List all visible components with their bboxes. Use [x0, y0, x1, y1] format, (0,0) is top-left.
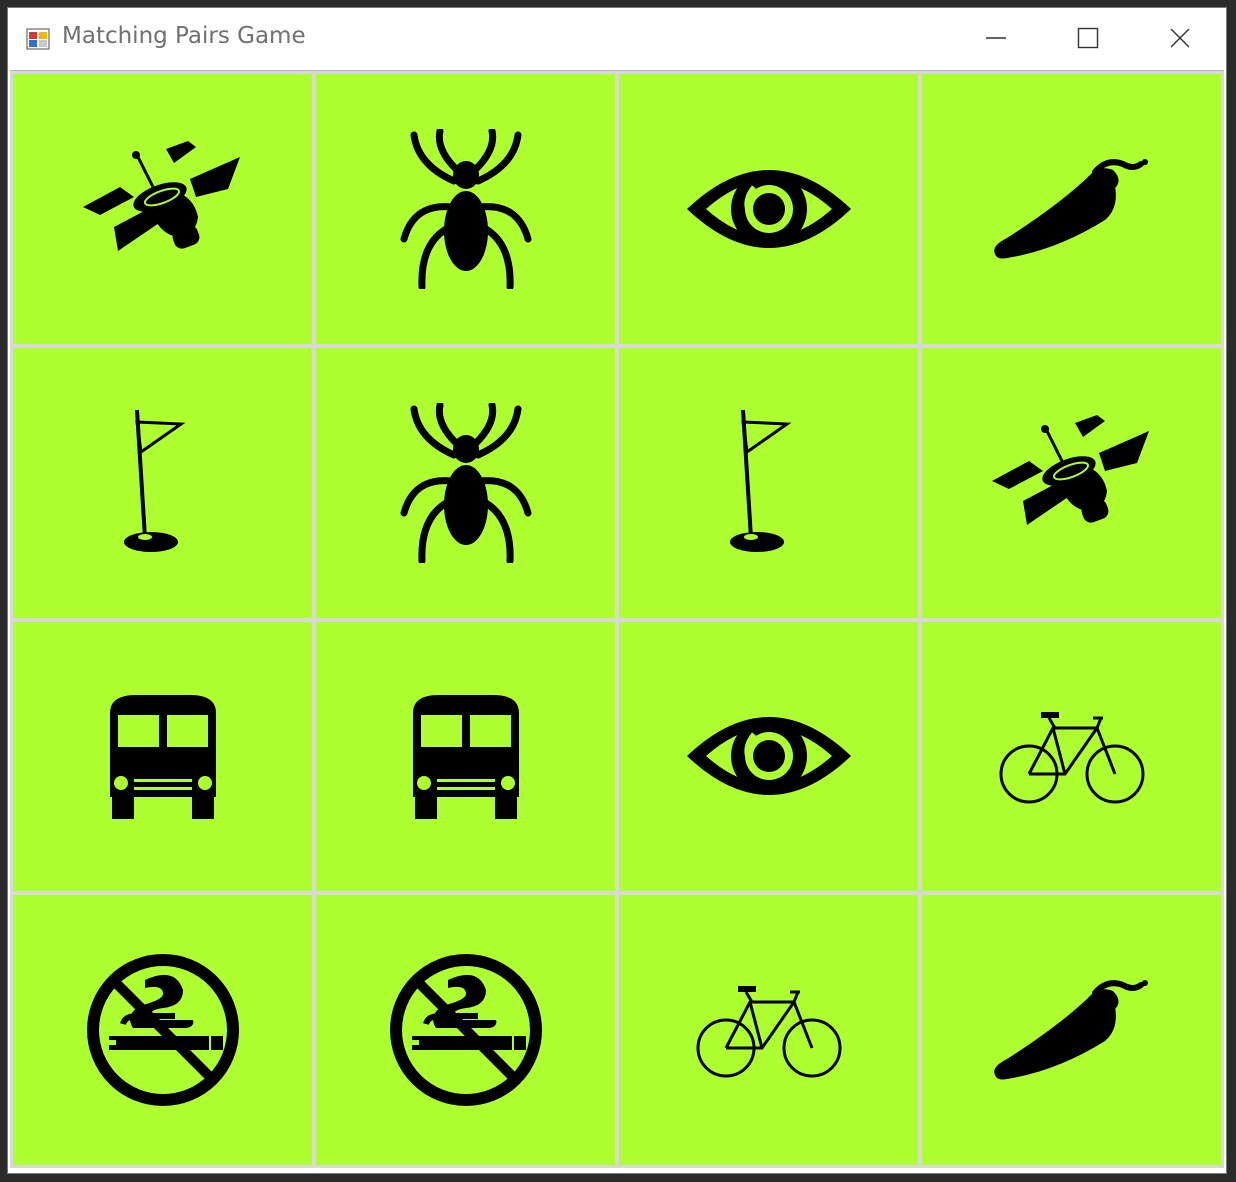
card[interactable] — [13, 895, 312, 1165]
card[interactable] — [13, 347, 312, 618]
card[interactable] — [619, 74, 918, 344]
card[interactable] — [316, 74, 615, 344]
eye-icon — [684, 706, 854, 806]
window-title: Matching Pairs Game — [62, 23, 306, 49]
card[interactable] — [316, 895, 615, 1165]
bicycle-icon — [997, 706, 1147, 806]
card[interactable] — [13, 621, 312, 892]
card[interactable] — [922, 74, 1221, 344]
card[interactable] — [922, 621, 1221, 892]
golf-flag-icon — [123, 408, 203, 558]
satellite-icon — [78, 139, 248, 279]
spider-icon — [396, 402, 536, 563]
chili-pepper-icon — [987, 975, 1157, 1085]
bus-icon — [409, 693, 523, 820]
maximize-button[interactable] — [1042, 8, 1134, 68]
card[interactable] — [13, 74, 312, 344]
card[interactable] — [922, 347, 1221, 618]
no-smoking-icon — [386, 950, 546, 1110]
spider-icon — [396, 128, 536, 289]
title-bar[interactable]: Matching Pairs Game — [8, 8, 1226, 68]
bus-icon — [106, 693, 220, 820]
maximize-icon — [1077, 27, 1099, 49]
card[interactable] — [619, 895, 918, 1165]
bicycle-icon — [694, 980, 844, 1080]
chili-pepper-icon — [987, 154, 1157, 264]
card[interactable] — [316, 347, 615, 618]
golf-flag-icon — [729, 408, 809, 558]
eye-icon — [684, 159, 854, 259]
app-icon — [26, 27, 50, 51]
close-button[interactable] — [1134, 8, 1226, 68]
card[interactable] — [922, 895, 1221, 1165]
game-board — [10, 70, 1224, 1171]
minimize-button[interactable] — [950, 8, 1042, 68]
close-icon — [1169, 27, 1191, 49]
satellite-icon — [987, 413, 1157, 553]
card[interactable] — [316, 621, 615, 892]
card[interactable] — [619, 347, 918, 618]
no-smoking-icon — [83, 950, 243, 1110]
card[interactable] — [619, 621, 918, 892]
game-window: Matching Pairs Game — [7, 7, 1227, 1174]
card-grid — [10, 71, 1224, 1168]
minimize-icon — [985, 27, 1007, 49]
